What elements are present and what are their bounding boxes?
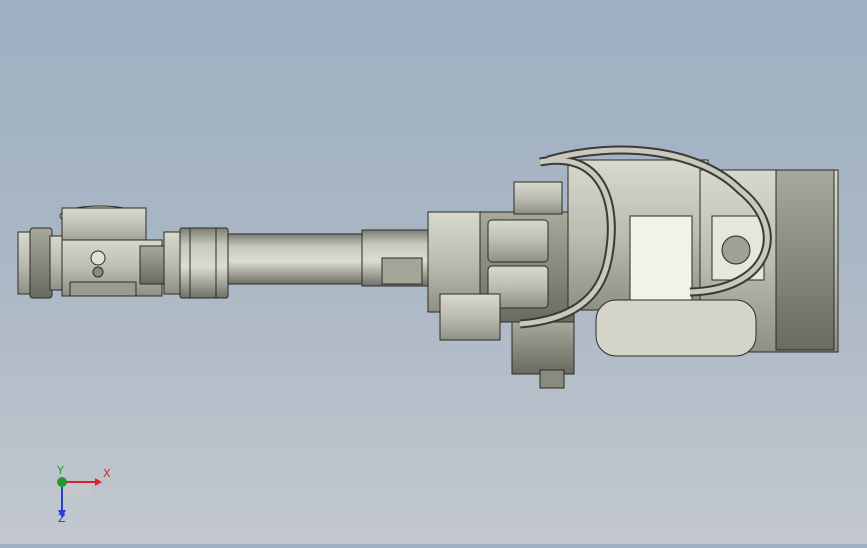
wrist-flange — [17, 227, 65, 299]
z-axis-label: Z — [58, 512, 66, 525]
y-axis-label: Y — [57, 464, 64, 477]
x-axis-label: X — [103, 467, 111, 480]
robot-arm-model[interactable] — [0, 0, 867, 544]
forearm-tube — [227, 229, 433, 287]
wrist-body — [59, 205, 169, 297]
elbow-housing — [427, 181, 575, 389]
coordinate-triad: X Y Z — [40, 460, 120, 530]
forearm-coupling — [163, 227, 229, 299]
cad-viewport[interactable] — [0, 0, 867, 544]
